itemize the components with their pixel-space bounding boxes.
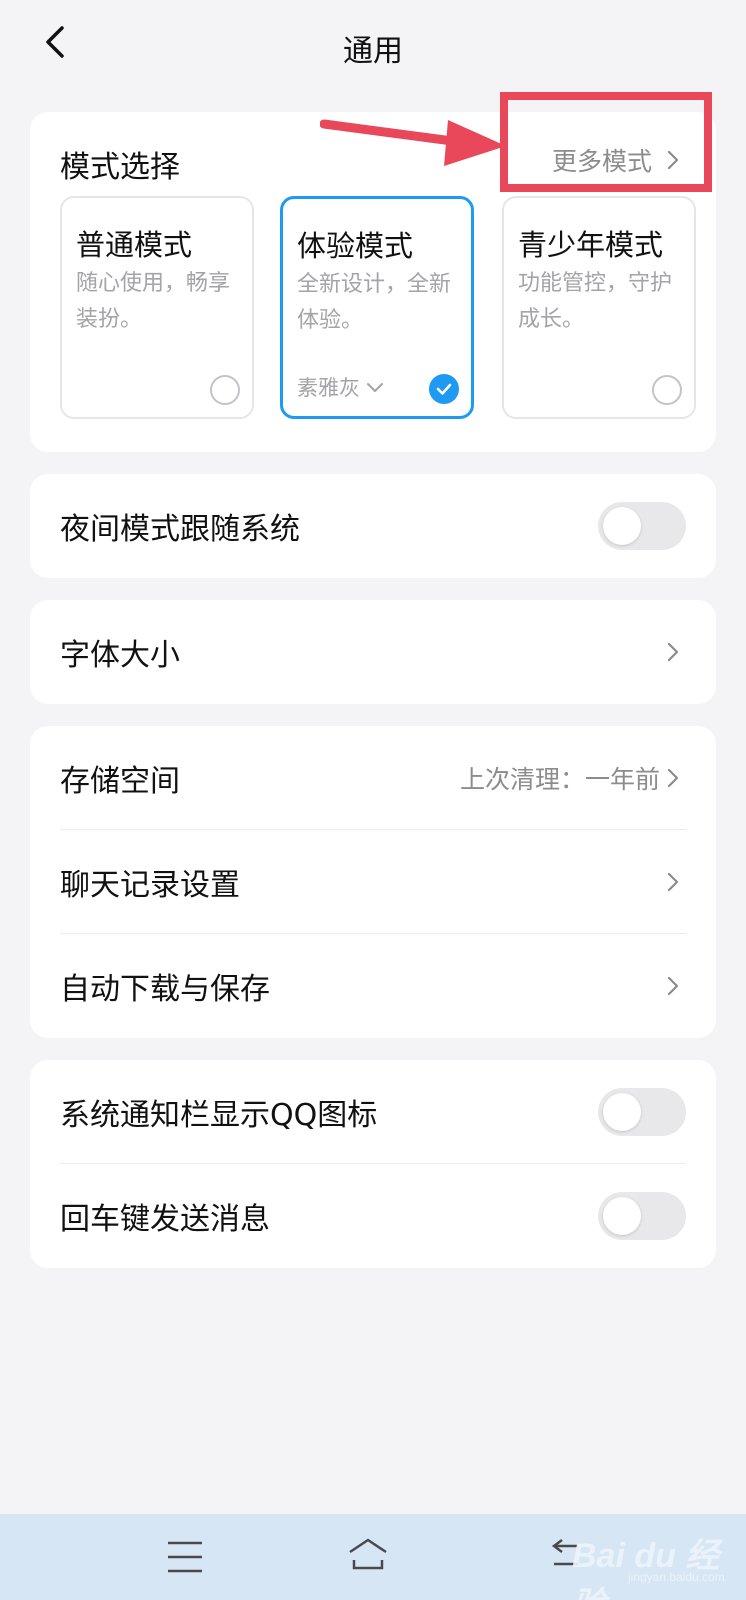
notification-card: 系统通知栏显示QQ图标 回车键发送消息 <box>30 1060 716 1268</box>
mode-name: 体验模式 <box>297 229 414 263</box>
baidu-watermark: Bai du 经验 jingyan.baidu.com <box>560 1520 740 1600</box>
font-size-row[interactable]: 字体大小 <box>30 600 716 704</box>
home-icon <box>349 1538 387 1570</box>
night-mode-toggle[interactable] <box>598 502 686 550</box>
theme-dropdown[interactable]: 素雅灰 <box>297 372 386 402</box>
font-size-label: 字体大小 <box>60 638 180 673</box>
menu-icon <box>168 1541 202 1573</box>
enter-send-label: 回车键发送消息 <box>60 1202 270 1237</box>
menu-button[interactable] <box>166 1534 236 1580</box>
watermark-site: jingyan.baidu.com <box>628 1570 725 1584</box>
mode-option-normal[interactable]: 普通模式 随心使用，畅享装扮。 <box>60 196 254 419</box>
storage-row[interactable]: 存储空间 上次清理：一年前 <box>30 726 716 830</box>
font-size-card: 字体大小 <box>30 600 716 704</box>
mode-section-title: 模式选择 <box>60 150 180 185</box>
auto-download-row[interactable]: 自动下载与保存 <box>30 934 716 1038</box>
mode-name: 普通模式 <box>76 228 193 262</box>
home-button[interactable] <box>348 1534 418 1580</box>
mode-option-teen[interactable]: 青少年模式 功能管控，守护成长。 <box>502 196 696 419</box>
enter-send-toggle[interactable] <box>598 1192 686 1240</box>
radio-checked-icon[interactable] <box>429 374 459 404</box>
chat-history-row[interactable]: 聊天记录设置 <box>30 830 716 934</box>
notify-icon-label: 系统通知栏显示QQ图标 <box>60 1098 378 1133</box>
chevron-right-icon <box>667 642 679 662</box>
auto-download-label: 自动下载与保存 <box>60 972 270 1007</box>
chevron-right-icon <box>667 768 679 788</box>
mode-name: 青少年模式 <box>518 228 664 262</box>
night-mode-label: 夜间模式跟随系统 <box>60 512 300 547</box>
mode-description: 全新设计，全新体验。 <box>297 272 452 333</box>
annotation-highlight-box <box>500 92 712 192</box>
mode-option-experience[interactable]: 体验模式 全新设计，全新体验。 素雅灰 <box>280 196 474 419</box>
storage-card: 存储空间 上次清理：一年前 聊天记录设置 自动下载与保存 <box>30 726 716 1038</box>
storage-label: 存储空间 <box>60 764 180 799</box>
radio-unchecked-icon[interactable] <box>210 375 240 405</box>
storage-value: 上次清理：一年前 <box>459 765 660 794</box>
chevron-right-icon <box>667 976 679 996</box>
chevron-right-icon <box>667 872 679 892</box>
mode-description: 随心使用，畅享装扮。 <box>76 271 231 332</box>
mode-description: 功能管控，守护成长。 <box>518 271 673 332</box>
radio-unchecked-icon[interactable] <box>652 375 682 405</box>
page-title: 通用 <box>343 34 403 69</box>
chevron-down-icon <box>367 383 383 392</box>
annotation-arrow-icon <box>320 119 506 166</box>
watermark-logo: Bai du 经验 <box>572 1537 720 1600</box>
night-mode-card: 夜间模式跟随系统 <box>30 474 716 578</box>
theme-label: 素雅灰 <box>297 376 360 400</box>
notify-icon-toggle[interactable] <box>598 1088 686 1136</box>
top-bar: 通用 <box>0 0 746 90</box>
chat-history-label: 聊天记录设置 <box>60 868 240 903</box>
